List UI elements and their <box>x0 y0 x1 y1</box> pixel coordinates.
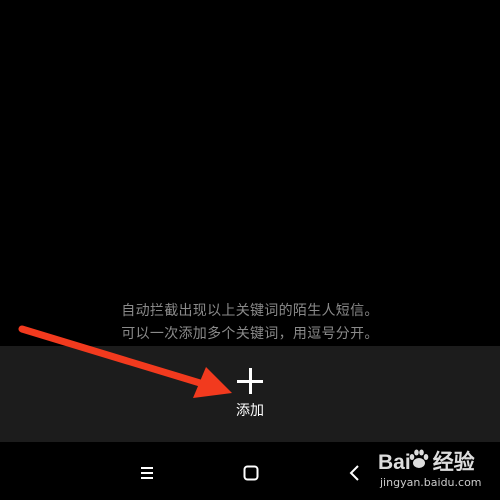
menu-icon <box>141 467 153 479</box>
hint-text: 自动拦截出现以上关键词的陌生人短信。 可以一次添加多个关键词，用逗号分开。 <box>0 300 500 346</box>
hint-line-1: 自动拦截出现以上关键词的陌生人短信。 <box>121 303 379 319</box>
hint-line-2: 可以一次添加多个关键词，用逗号分开。 <box>121 326 379 342</box>
keyword-list-area <box>0 0 500 346</box>
back-icon <box>349 465 359 481</box>
keyword-block-screen: 自动拦截出现以上关键词的陌生人短信。 可以一次添加多个关键词，用逗号分开。 添加 <box>0 0 500 500</box>
baidu-jingyan-watermark: Bai 经验 jingyan.baidu.com <box>378 446 496 496</box>
home-icon <box>243 465 259 481</box>
back-button[interactable] <box>340 458 370 488</box>
menu-button[interactable] <box>132 458 162 488</box>
watermark-url: jingyan.baidu.com <box>380 476 482 489</box>
home-button[interactable] <box>236 458 266 488</box>
plus-icon <box>237 368 263 394</box>
paw-icon <box>409 449 429 468</box>
add-keyword-button[interactable]: 添加 <box>220 362 280 424</box>
add-label: 添加 <box>236 403 264 419</box>
